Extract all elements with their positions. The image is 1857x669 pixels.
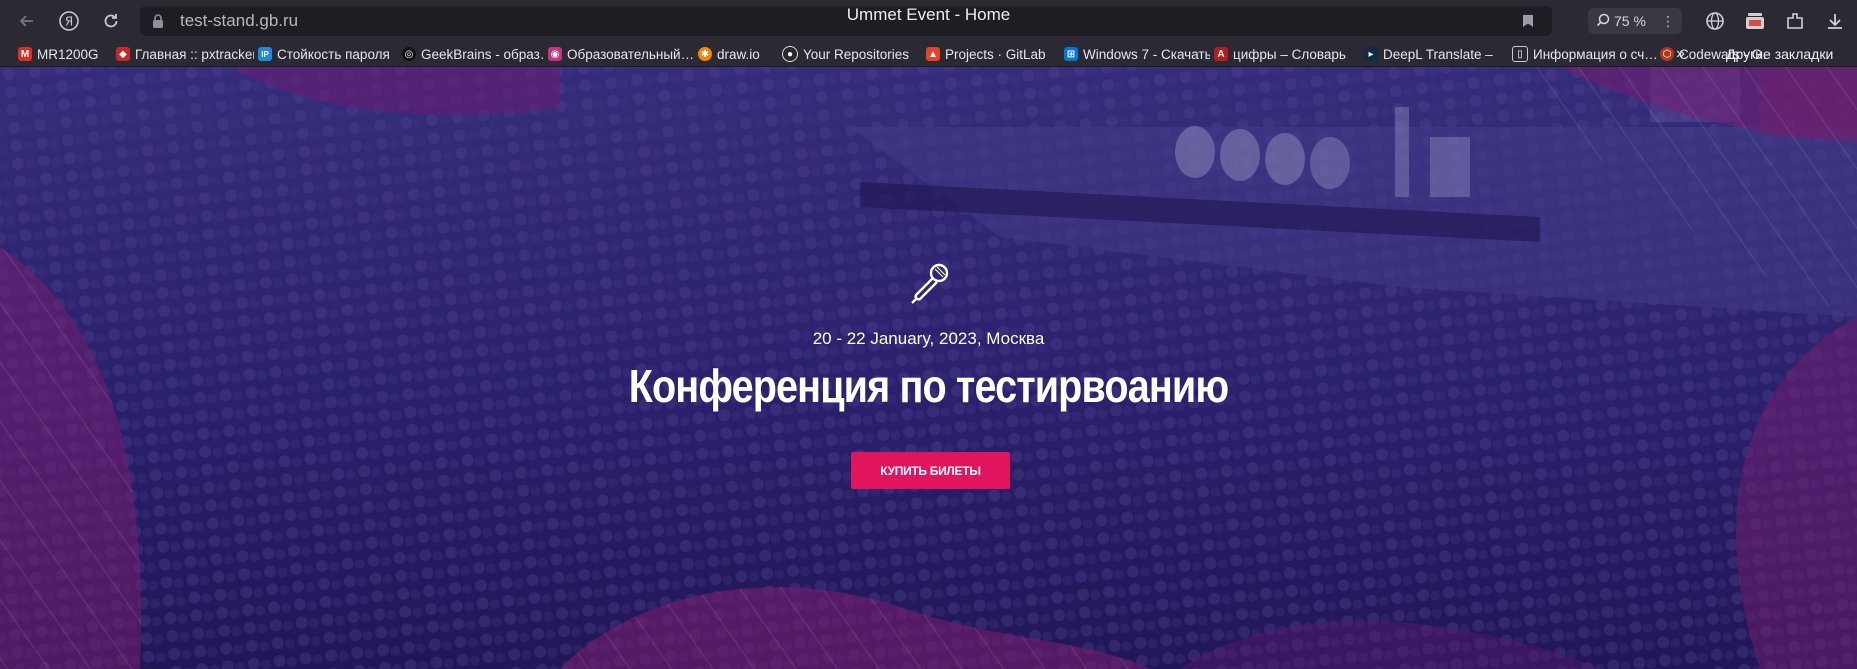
microphone-icon (906, 258, 954, 306)
bookmark-item[interactable]: M MR1200G (14, 43, 112, 65)
kebab-menu-icon[interactable]: ⋮ (1661, 13, 1675, 30)
bookmark-item[interactable]: ✱ draw.io (694, 43, 778, 65)
bookmark-item[interactable]: ▲ Projects · GitLab (922, 43, 1060, 65)
tracker-icon: ◆ (116, 47, 130, 61)
back-arrow-icon[interactable] (12, 6, 42, 36)
codewars-icon: ⬡ (1660, 47, 1674, 61)
gmail-icon: M (18, 47, 32, 61)
drawio-icon: ✱ (698, 47, 712, 61)
bookmark-item[interactable]: ⊞ Windows 7 - Скачать (1060, 43, 1210, 65)
zoom-value: 75 % (1614, 13, 1646, 29)
hero-section: 20 - 22 January, 2023, Москва Конференци… (0, 67, 1857, 669)
deepl-icon: ▸ (1364, 47, 1378, 61)
zoom-indicator[interactable]: 75 % ⋮ (1588, 8, 1682, 34)
bookmark-item[interactable]: ◆ Главная :: pxtracker (112, 43, 254, 65)
svg-text:Я: Я (65, 15, 73, 29)
bookmark-item[interactable]: ◎ GeekBrains - образ… (398, 43, 544, 65)
zoom-icon (1596, 13, 1610, 30)
translate-icon: A (1214, 47, 1228, 61)
extensions-icon[interactable] (1780, 6, 1810, 36)
yandex-icon[interactable]: Я (54, 6, 84, 36)
lock-icon (152, 14, 164, 28)
buy-tickets-button[interactable]: КУПИТЬ БИЛЕТЫ (851, 452, 1010, 489)
bookmark-item[interactable]: ▯ Информация о сч… (1508, 43, 1656, 65)
globe-icon[interactable] (1700, 6, 1730, 36)
collections-icon[interactable] (1740, 6, 1770, 36)
event-date: 20 - 22 January, 2023, Москва (812, 329, 1045, 348)
ip-icon: IP (258, 47, 272, 61)
page-title: Конференция по тестирвоанию (628, 360, 1229, 412)
gitlab-icon: ▲ (926, 47, 940, 61)
bookmark-item[interactable]: ● Your Repositories (778, 43, 922, 65)
url-text: test-stand.gb.ru (180, 11, 299, 30)
download-icon[interactable] (1820, 6, 1850, 36)
reload-icon[interactable] (96, 6, 126, 36)
geekbrains-icon: ◎ (402, 47, 416, 61)
bookmark-icon[interactable] (1522, 14, 1534, 33)
address-bar[interactable]: test-stand.gb.ru (140, 6, 1552, 36)
github-icon: ● (782, 46, 798, 62)
bookmarks-bar: M MR1200G ◆ Главная :: pxtracker IP Стой… (0, 42, 1857, 67)
instagram-icon: ◉ (548, 47, 562, 61)
document-icon: ▯ (1512, 46, 1528, 62)
browser-toolbar: Я test-stand.gb.ru Ummet Event - Home 75… (0, 0, 1857, 42)
other-bookmarks[interactable]: Другие закладки (1726, 42, 1833, 66)
bookmark-item[interactable]: ◉ Образовательный… (544, 43, 694, 65)
windows-icon: ⊞ (1064, 47, 1078, 61)
bookmark-item[interactable]: IP Стойкость пароля (254, 43, 398, 65)
bookmark-item[interactable]: A цифры – Словарь (1210, 43, 1360, 65)
bookmark-item[interactable]: ▸ DeepL Translate – (1360, 43, 1508, 65)
more-bookmarks-button[interactable]: » (1676, 42, 1685, 66)
